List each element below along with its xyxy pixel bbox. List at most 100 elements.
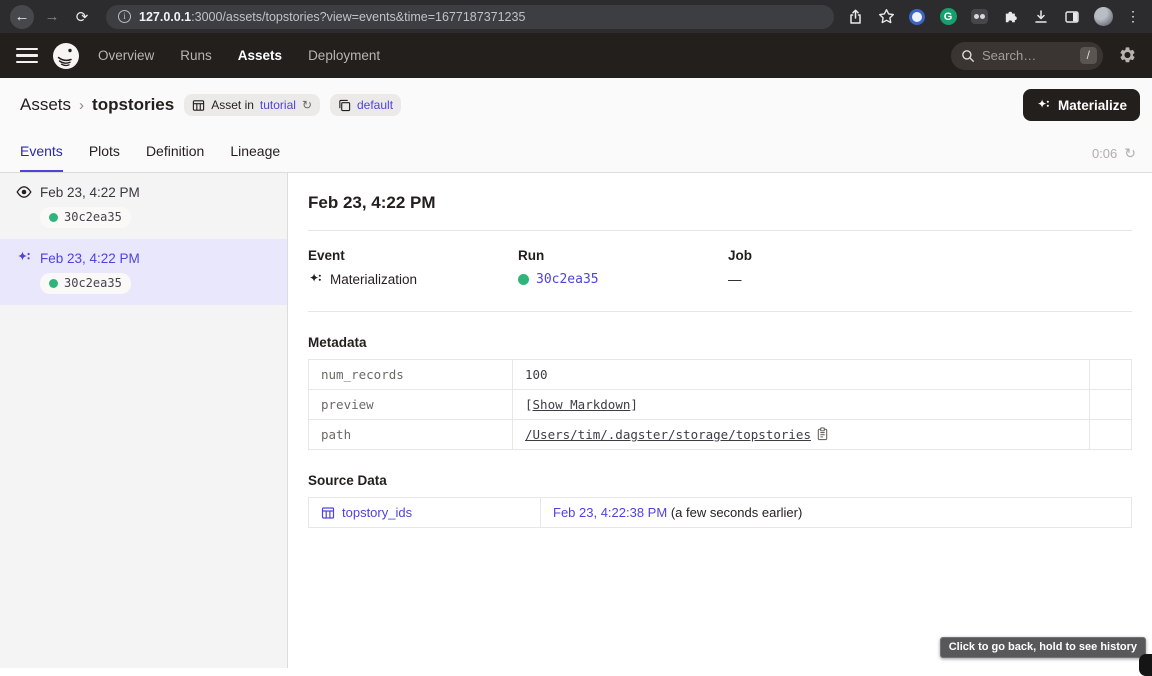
sidebar-toggle-icon[interactable] [1063, 8, 1081, 26]
metadata-value: 100 [525, 367, 548, 382]
bracket-open: [ [525, 397, 533, 412]
source-timestamp-note: (a few seconds earlier) [671, 505, 803, 520]
metadata-key: path [309, 420, 513, 450]
address-bar[interactable]: i 127.0.0.1:3000/assets/topstories?view=… [106, 5, 834, 29]
metadata-table: num_records 100 preview [Show Markdown] … [308, 359, 1132, 450]
event-detail-panel: Feb 23, 4:22 PM Event Materialization Ru… [288, 173, 1152, 668]
event-column-label: Event [308, 248, 518, 263]
downloads-icon[interactable] [1032, 8, 1050, 26]
browser-forward-button[interactable]: → [40, 5, 64, 29]
table-icon [321, 506, 335, 520]
metadata-heading: Metadata [308, 335, 1132, 350]
materialize-sparkle-icon [1036, 98, 1051, 113]
back-button-tooltip: Click to go back, hold to see history [940, 637, 1146, 658]
refresh-icon[interactable]: ↻ [1124, 145, 1136, 162]
event-timestamp: Feb 23, 4:22 PM [40, 251, 140, 266]
run-status-dot [518, 274, 529, 285]
source-data-heading: Source Data [308, 473, 1132, 488]
hamburger-menu-icon[interactable] [16, 48, 38, 64]
table-row: path /Users/tim/.dagster/storage/topstor… [309, 420, 1132, 450]
copies-icon [338, 99, 351, 112]
path-link[interactable]: /Users/tim/.dagster/storage/topstories [525, 427, 811, 442]
bookmark-star-icon[interactable] [877, 8, 895, 26]
source-asset-link[interactable]: topstory_ids [342, 505, 412, 520]
breadcrumb-assets-link[interactable]: Assets [20, 95, 71, 115]
extension-goggles-icon[interactable] [970, 8, 988, 26]
nav-item-runs[interactable]: Runs [180, 48, 212, 63]
search-input[interactable] [982, 48, 1073, 63]
table-row: num_records 100 [309, 360, 1132, 390]
breadcrumb-asset-name: topstories [92, 95, 174, 115]
breadcrumb: Assets › topstories [20, 95, 174, 115]
group-tag-link[interactable]: default [357, 98, 393, 112]
timer-value: 0:06 [1092, 146, 1117, 161]
breadcrumb-separator: › [79, 97, 84, 114]
run-id-link[interactable]: 30c2ea35 [536, 272, 599, 287]
asset-page-header: Assets › topstories Asset in tutorial ↻ … [0, 78, 1152, 173]
asset-tabs: Events Plots Definition Lineage 0:06 ↻ [0, 132, 1152, 172]
nav-item-deployment[interactable]: Deployment [308, 48, 380, 63]
table-row: preview [Show Markdown] [309, 390, 1132, 420]
eye-icon [16, 184, 32, 200]
browser-toolbar: ← → ⟳ i 127.0.0.1:3000/assets/topstories… [0, 0, 1152, 33]
event-list-item-materialization[interactable]: Feb 23, 4:22 PM 30c2ea35 [0, 239, 287, 305]
global-search[interactable]: / [951, 42, 1103, 70]
run-status-dot [49, 279, 58, 288]
browser-profile-avatar[interactable] [1094, 7, 1113, 26]
search-icon [961, 49, 975, 63]
job-value: — [728, 272, 742, 287]
run-column-label: Run [518, 248, 728, 263]
source-timestamp-link[interactable]: Feb 23, 4:22:38 PM [553, 505, 667, 520]
run-id: 30c2ea35 [64, 276, 122, 290]
event-list-sidebar: Feb 23, 4:22 PM 30c2ea35 Feb 23, 4:22 PM… [0, 173, 288, 668]
section-divider [308, 311, 1132, 312]
tab-events[interactable]: Events [20, 143, 63, 172]
event-list-item-observation[interactable]: Feb 23, 4:22 PM 30c2ea35 [0, 173, 287, 239]
group-tag[interactable]: default [330, 94, 401, 116]
tab-lineage[interactable]: Lineage [230, 143, 280, 172]
settings-gear-icon[interactable] [1119, 47, 1136, 64]
url-text: 127.0.0.1:3000/assets/topstories?view=ev… [139, 10, 525, 24]
context-menu-corner [1139, 654, 1152, 676]
browser-back-button[interactable]: ← [10, 5, 34, 29]
event-type-value: Materialization [330, 272, 417, 287]
page-info-icon[interactable]: i [118, 10, 131, 23]
run-id-chip[interactable]: 30c2ea35 [40, 273, 131, 294]
run-id-chip[interactable]: 30c2ea35 [40, 207, 131, 228]
show-markdown-link[interactable]: Show Markdown [533, 397, 631, 412]
materialize-button[interactable]: Materialize [1023, 89, 1140, 121]
source-data-table: topstory_ids Feb 23, 4:22:38 PM (a few s… [308, 497, 1132, 528]
table-icon [192, 99, 205, 112]
dagster-logo[interactable] [52, 42, 80, 70]
browser-menu-icon[interactable]: ⋮ [1126, 8, 1140, 25]
copy-path-icon[interactable] [816, 427, 829, 441]
event-timestamp: Feb 23, 4:22 PM [40, 185, 140, 200]
search-shortcut-badge: / [1080, 47, 1097, 64]
refresh-timer: 0:06 ↻ [1092, 145, 1136, 162]
nav-item-overview[interactable]: Overview [98, 48, 154, 63]
event-detail-title: Feb 23, 4:22 PM [308, 193, 1132, 231]
reload-location-icon[interactable]: ↻ [302, 99, 312, 111]
url-host: 127.0.0.1 [139, 10, 191, 24]
share-icon[interactable] [846, 8, 864, 26]
tag-tutorial-link[interactable]: tutorial [260, 98, 296, 112]
run-status-dot [49, 213, 58, 222]
code-location-tag[interactable]: Asset in tutorial ↻ [184, 94, 320, 116]
extension-timer-icon[interactable] [908, 8, 926, 26]
materialization-sparkle-icon [16, 250, 32, 266]
url-path: :3000/assets/topstories?view=events&time… [191, 10, 525, 24]
browser-reload-button[interactable]: ⟳ [70, 5, 94, 29]
tab-plots[interactable]: Plots [89, 143, 120, 172]
table-row: topstory_ids Feb 23, 4:22:38 PM (a few s… [309, 498, 1132, 528]
tab-definition[interactable]: Definition [146, 143, 204, 172]
metadata-key: preview [309, 390, 513, 420]
extensions-puzzle-icon[interactable] [1001, 8, 1019, 26]
tag-text: Asset in [211, 98, 254, 112]
nav-item-assets[interactable]: Assets [238, 48, 282, 63]
materialization-sparkle-icon [308, 272, 323, 287]
materialize-label: Materialize [1058, 98, 1127, 113]
job-column-label: Job [728, 248, 938, 263]
run-id: 30c2ea35 [64, 210, 122, 224]
metadata-key: num_records [309, 360, 513, 390]
extension-grammarly-icon[interactable]: G [939, 8, 957, 26]
